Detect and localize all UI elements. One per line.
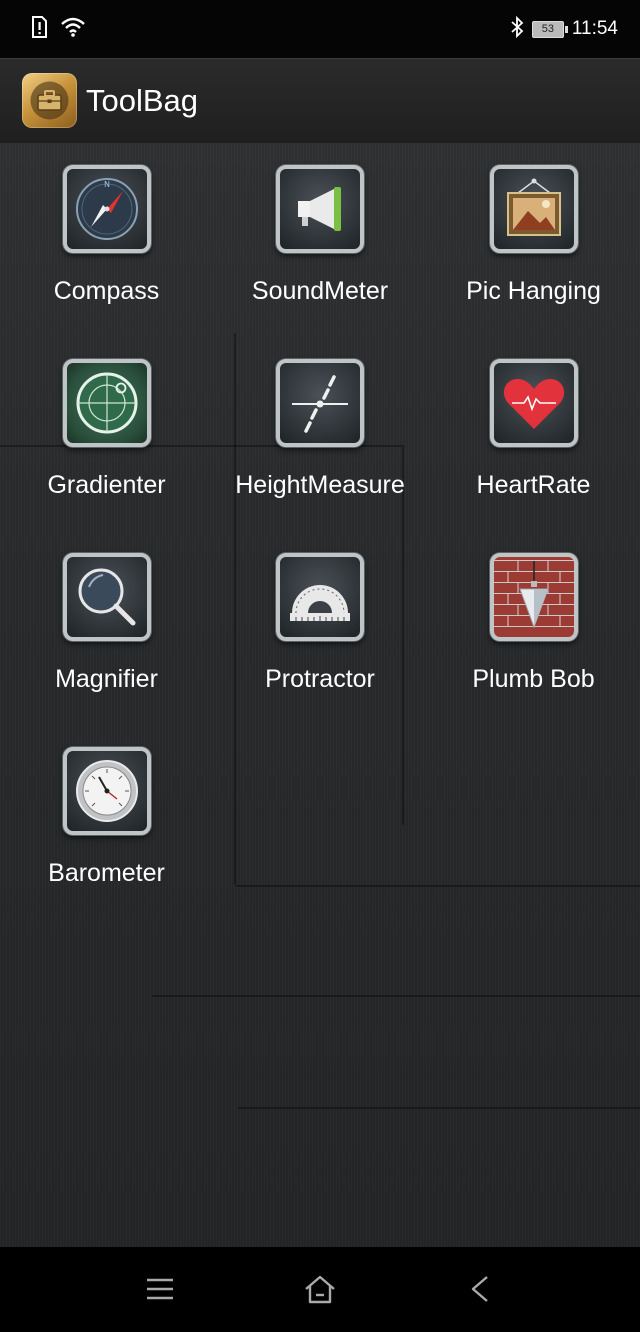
tool-label: Protractor: [265, 665, 375, 693]
menu-button[interactable]: [135, 1267, 185, 1311]
tool-gradienter[interactable]: Gradienter: [0, 359, 213, 553]
plumb-bob-icon: [489, 553, 578, 641]
back-button[interactable]: [455, 1267, 505, 1311]
navigation-bar: [0, 1247, 640, 1332]
svg-text:N: N: [104, 180, 110, 189]
toolbag-briefcase-icon: [22, 73, 77, 128]
wifi-icon: [60, 17, 86, 41]
status-bar: 53 11:54: [0, 0, 640, 58]
tool-protractor[interactable]: Protractor: [213, 553, 427, 747]
level-icon: [62, 359, 151, 447]
tool-label: SoundMeter: [251, 277, 389, 305]
megaphone-icon: [276, 165, 364, 253]
tool-label: HeartRate: [476, 471, 591, 499]
tool-label: Compass: [53, 277, 160, 305]
sim-alert-icon: [30, 16, 48, 42]
tool-plumb-bob[interactable]: Plumb Bob: [427, 553, 640, 747]
protractor-icon: [276, 553, 364, 641]
tool-label: Gradienter: [47, 471, 166, 499]
tool-grid-area: N Compass SoundMeter Pic Hanging Gradien…: [0, 143, 640, 1247]
height-measure-icon: [276, 359, 364, 447]
barometer-icon: [62, 747, 151, 835]
menu-icon: [147, 1278, 173, 1300]
tool-label: Plumb Bob: [472, 665, 595, 693]
tool-heightmeasure[interactable]: HeightMeasure: [213, 359, 427, 553]
bluetooth-icon: [510, 15, 524, 42]
tool-magnifier[interactable]: Magnifier: [0, 553, 213, 747]
battery-level: 53: [541, 23, 554, 35]
tool-compass[interactable]: N Compass: [0, 165, 213, 359]
battery-icon: 53: [531, 20, 568, 38]
heart-icon: [489, 359, 578, 447]
background-seam: [152, 995, 640, 997]
picture-frame-icon: [489, 165, 578, 253]
background-seam: [238, 1107, 640, 1109]
compass-icon: N: [62, 165, 151, 253]
clock: 11:54: [571, 18, 618, 39]
app-bar: ToolBag: [0, 58, 640, 144]
tool-grid: N Compass SoundMeter Pic Hanging Gradien…: [0, 165, 640, 941]
home-icon: [305, 1275, 335, 1304]
app-title: ToolBag: [86, 83, 199, 118]
tool-label: Magnifier: [55, 665, 158, 693]
home-button[interactable]: [295, 1267, 345, 1311]
tool-barometer[interactable]: Barometer: [0, 747, 213, 941]
tool-label: Pic Hanging: [466, 277, 601, 305]
tool-label: HeightMeasure: [235, 471, 405, 499]
tool-pic-hanging[interactable]: Pic Hanging: [427, 165, 640, 359]
tool-heartrate[interactable]: HeartRate: [427, 359, 640, 553]
back-icon: [471, 1276, 488, 1302]
magnifier-icon: [62, 553, 151, 641]
tool-soundmeter[interactable]: SoundMeter: [213, 165, 427, 359]
tool-label: Barometer: [48, 859, 165, 887]
